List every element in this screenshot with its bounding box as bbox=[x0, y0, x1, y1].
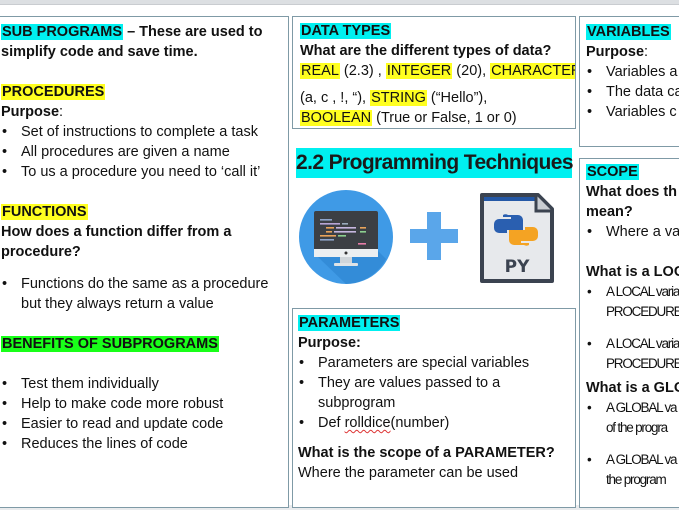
functions-heading: FUNCTIONS bbox=[1, 204, 88, 220]
type-real-example: (2.3) , bbox=[339, 63, 386, 79]
type-integer: INTEGER bbox=[385, 63, 453, 79]
list-item: Reduces the lines of code bbox=[1, 434, 288, 454]
list-item: A LOCAL varia bbox=[586, 334, 679, 354]
list-item: Help to make code more robust bbox=[1, 394, 288, 414]
monitor-code-icon bbox=[299, 190, 393, 284]
purpose-label: Purpose bbox=[586, 44, 645, 60]
data-types-line3: BOOLEAN (True or False, 1 or 0) bbox=[300, 108, 575, 128]
parameters-heading: PARAMETERS bbox=[298, 315, 401, 331]
scope-list: Where a va bbox=[586, 222, 679, 242]
data-types-question: What are the different types of data? bbox=[300, 43, 552, 59]
subprograms-intro-line2: simplify code and save time. bbox=[1, 44, 198, 60]
list-item: Easier to read and update code bbox=[1, 414, 288, 434]
local-list: A LOCAL varia PROCEDURE bbox=[586, 282, 679, 322]
list-item-continuation: but they always return a value bbox=[21, 296, 214, 312]
list-item-code: Def rolldice(number) bbox=[298, 413, 575, 433]
list-item-continuation: the program bbox=[606, 472, 667, 487]
global-question: What is a GLO bbox=[586, 380, 679, 396]
list-item: Functions do the same as a procedure bbox=[1, 274, 288, 294]
subprograms-panel: SUB PROGRAMS – These are used to simplif… bbox=[0, 16, 289, 508]
parameters-purpose: Purpose: bbox=[298, 335, 361, 351]
type-boolean-example: (True or False, 1 or 0) bbox=[372, 110, 517, 126]
data-types-panel: DATA TYPES What are the different types … bbox=[292, 16, 576, 129]
list-item: The data ca bbox=[586, 82, 679, 102]
procedures-heading-line: PROCEDURES bbox=[1, 82, 288, 102]
data-types-heading-line: DATA TYPES bbox=[300, 21, 575, 41]
parameters-heading-line: PARAMETERS bbox=[298, 313, 575, 333]
functions-list: Functions do the same as a procedure but… bbox=[1, 274, 288, 314]
page-title: 2.2 Programming Techniques bbox=[296, 148, 574, 178]
parameters-list: Parameters are special variables They ar… bbox=[298, 353, 575, 433]
local-question: What is a LOC bbox=[586, 264, 679, 280]
type-character-example: (a, c , !, “), bbox=[300, 90, 371, 106]
list-item: They are values passed to a bbox=[298, 373, 575, 393]
type-character: CHARACTER bbox=[490, 63, 575, 79]
benefits-heading-line: BENEFITS OF SUBPROGRAMS bbox=[1, 334, 288, 354]
list-item: A LOCAL varia bbox=[586, 282, 679, 302]
parameters-panel: PARAMETERS Purpose: Parameters are speci… bbox=[292, 308, 576, 508]
global-list-2: A GLOBAL va the program bbox=[586, 450, 679, 490]
functions-question-line2: procedure? bbox=[1, 244, 81, 260]
scope-question-line2: mean? bbox=[586, 204, 633, 220]
code-args: (number) bbox=[390, 415, 450, 431]
list-item: Test them individually bbox=[1, 374, 288, 394]
procedures-purpose: Purpose: bbox=[1, 102, 288, 122]
subprograms-heading: SUB PROGRAMS bbox=[1, 24, 124, 40]
list-item: Variables c bbox=[586, 102, 679, 122]
list-item: A GLOBAL va bbox=[586, 398, 679, 418]
purpose-colon: : bbox=[59, 104, 64, 120]
variables-list: Variables a The data ca Variables c bbox=[586, 62, 679, 122]
data-types-heading: DATA TYPES bbox=[300, 23, 392, 39]
scope-heading-line: SCOPE bbox=[586, 162, 679, 182]
variables-panel: VARIABLES Purpose: Variables a The data … bbox=[579, 16, 679, 147]
code-prefix: Def bbox=[318, 415, 345, 431]
plus-icon bbox=[410, 212, 458, 260]
list-item: Parameters are special variables bbox=[298, 353, 575, 373]
functions-heading-line: FUNCTIONS bbox=[1, 202, 288, 222]
list-item: To us a procedure you need to ‘call it’ bbox=[1, 162, 288, 182]
type-string: STRING bbox=[370, 90, 427, 106]
scope-question-line1: What does th bbox=[586, 184, 678, 200]
data-types-line1: REAL (2.3) , INTEGER (20), CHARACTER bbox=[300, 61, 575, 81]
benefits-list: Test them individually Help to make code… bbox=[1, 374, 288, 454]
type-integer-example: (20), bbox=[452, 63, 491, 79]
worksheet-page: SUB PROGRAMS – These are used to simplif… bbox=[0, 5, 679, 508]
scope-heading: SCOPE bbox=[586, 164, 639, 180]
scope-panel: SCOPE What does th mean? Where a va What… bbox=[579, 158, 679, 508]
procedures-heading: PROCEDURES bbox=[1, 84, 106, 100]
type-boolean: BOOLEAN bbox=[300, 110, 373, 126]
list-item-continuation: of the progra bbox=[606, 420, 668, 435]
code-function-name: rolldice bbox=[344, 415, 391, 431]
python-file-label: PY bbox=[505, 257, 530, 277]
type-real: REAL bbox=[300, 63, 340, 79]
parameters-scope-question: What is the scope of a PARAMETER? bbox=[298, 445, 555, 461]
list-item: All procedures are given a name bbox=[1, 142, 288, 162]
data-types-line2: (a, c , !, “), STRING (“Hello”), bbox=[300, 88, 575, 108]
list-item-continuation: PROCEDURE bbox=[606, 356, 679, 371]
purpose-colon: : bbox=[644, 44, 649, 60]
functions-question-line1: How does a function differ from a bbox=[1, 224, 232, 240]
list-item: A GLOBAL va bbox=[586, 450, 679, 470]
list-item: Variables a bbox=[586, 62, 679, 82]
subprograms-heading-line: SUB PROGRAMS – These are used to bbox=[1, 22, 288, 42]
variables-heading: VARIABLES bbox=[586, 24, 671, 40]
variables-heading-line: VARIABLES bbox=[586, 22, 679, 42]
procedures-list: Set of instructions to complete a task A… bbox=[1, 122, 288, 182]
list-item-continuation: PROCEDURE bbox=[606, 304, 679, 319]
local-list-2: A LOCAL varia PROCEDURE bbox=[586, 334, 679, 374]
subprograms-intro: – These are used to bbox=[123, 24, 263, 40]
list-item: Where a va bbox=[586, 222, 679, 242]
benefits-heading: BENEFITS OF SUBPROGRAMS bbox=[1, 336, 219, 352]
parameters-scope-answer: Where the parameter can be used bbox=[298, 465, 519, 481]
list-item-continuation: subprogram bbox=[318, 395, 396, 411]
list-item: Set of instructions to complete a task bbox=[1, 122, 288, 142]
purpose-label: Purpose bbox=[1, 104, 60, 120]
variables-purpose: Purpose: bbox=[586, 42, 679, 62]
type-string-example: (“Hello”), bbox=[426, 90, 488, 106]
python-file-icon: PY bbox=[480, 193, 554, 283]
global-list: A GLOBAL va of the progra bbox=[586, 398, 679, 438]
